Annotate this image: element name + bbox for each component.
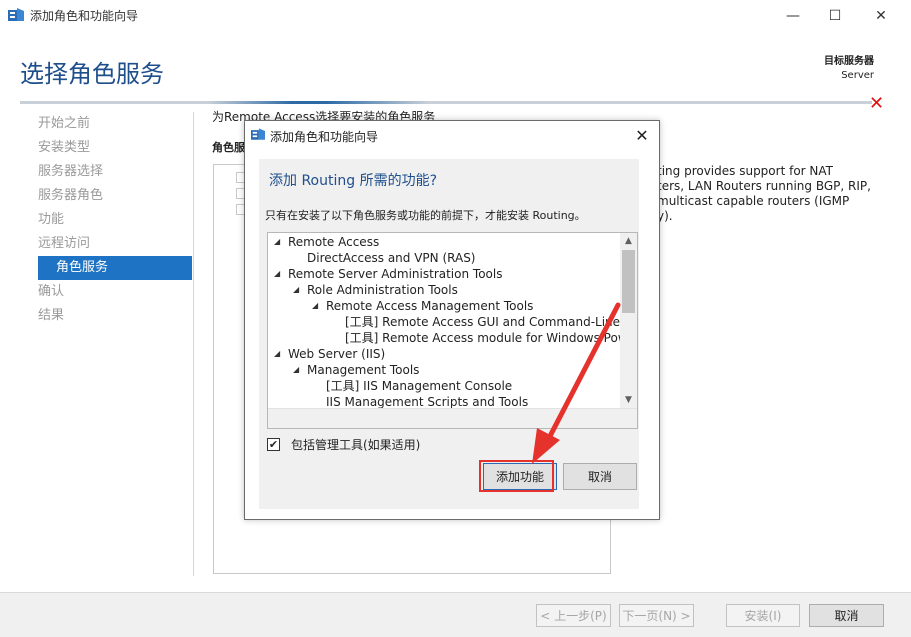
tree-item[interactable]: DirectAccess and VPN (RAS) [293,250,476,266]
scroll-thumb[interactable] [622,250,635,313]
wizard-nav: 开始之前 安装类型 服务器选择 服务器角色 功能 远程访问 角色服务 确认 结果 [20,112,192,328]
add-features-dialog: 添加角色和功能向导 ✕ 添加 Routing 所需的功能? 只有在安装了以下角色… [244,120,660,520]
nav-item-before-you-begin[interactable]: 开始之前 [20,112,192,136]
target-server-info: 目标服务器 Server [824,55,874,83]
description-line: multicast capable routers (IGMP [657,194,850,208]
tree-item[interactable]: ◢ Role Administration Tools [293,282,458,298]
nav-item-server-roles[interactable]: 服务器角色 [20,184,192,208]
tree-horizontal-scrollbar[interactable] [268,408,637,428]
role-service-description: ting provides support for NAT ters, LAN … [657,164,877,224]
dialog-body: 添加 Routing 所需的功能? 只有在安装了以下角色服务或功能的前提下，才能… [259,159,639,509]
previous-button[interactable]: < 上一步(P) [536,604,611,627]
expand-triangle-icon[interactable]: ◢ [274,346,288,362]
expand-triangle-icon[interactable]: ◢ [274,266,288,282]
nav-item-role-services[interactable]: 角色服务 [38,256,192,280]
tree-item[interactable]: ◢ Remote Server Administration Tools [274,266,502,282]
expand-triangle-icon[interactable]: ◢ [312,298,326,314]
header-divider [20,101,872,104]
description-line: y). [657,209,673,223]
dialog-close-button[interactable]: ✕ [631,124,653,146]
nav-divider [193,112,194,576]
cancel-button[interactable]: 取消 [809,604,884,627]
dialog-cancel-button[interactable]: 取消 [563,463,637,490]
install-button[interactable]: 安装(I) [726,604,800,627]
nav-item-confirmation[interactable]: 确认 [20,280,192,304]
description-line: ting provides support for NAT [657,164,833,178]
server-manager-icon [251,128,265,140]
dialog-title-bar: 添加角色和功能向导 ✕ [245,121,659,149]
next-button[interactable]: 下一页(N) > [619,604,694,627]
nav-item-results[interactable]: 结果 [20,304,192,328]
include-tools-checkbox[interactable]: ✔ [267,438,280,451]
nav-item-installation-type[interactable]: 安装类型 [20,136,192,160]
dialog-heading: 添加 Routing 所需的功能? [269,173,438,189]
tree-vertical-scrollbar[interactable]: ▲ ▼ [620,233,637,408]
tree-item[interactable]: [工具] Remote Access module for Windows Po… [331,330,628,346]
nav-item-server-selection[interactable]: 服务器选择 [20,160,192,184]
tree-item[interactable]: ◢ Management Tools [293,362,419,378]
server-manager-icon [8,8,24,21]
target-server-label: 目标服务器 [824,56,874,67]
close-window-button[interactable]: ✕ [858,0,904,31]
maximize-button[interactable]: ☐ [812,0,858,31]
dialog-title: 添加角色和功能向导 [270,130,379,144]
include-tools-label: 包括管理工具(如果适用) [291,438,421,452]
wizard-window: 添加角色和功能向导 — ☐ ✕ 选择角色服务 目标服务器 Server ✕ 开始… [0,0,911,637]
error-x-icon[interactable]: ✕ [869,93,884,114]
annotation-highlight-box [479,460,554,492]
expand-triangle-icon[interactable]: ◢ [293,362,307,378]
window-title: 添加角色和功能向导 [30,9,139,23]
tree-item[interactable]: ◢ Remote Access [274,234,379,250]
tree-item[interactable]: ◢ Remote Access Management Tools [312,298,533,314]
minimize-button[interactable]: — [770,0,816,31]
include-tools-option[interactable]: ✔ 包括管理工具(如果适用) [267,436,420,453]
scroll-up-arrow-icon[interactable]: ▲ [620,233,637,249]
tree-item[interactable]: [工具] IIS Management Console [312,378,512,394]
tree-item[interactable]: ◢ Web Server (IIS) [274,346,385,362]
role-services-label: 角色服 [212,141,245,154]
target-server-value: Server [841,70,874,81]
description-line: ters, LAN Routers running BGP, RIP, [657,179,871,193]
nav-item-features[interactable]: 功能 [20,208,192,232]
tree-item[interactable]: [工具] Remote Access GUI and Command-Line … [331,314,631,330]
expand-triangle-icon[interactable]: ◢ [293,282,307,298]
nav-item-remote-access[interactable]: 远程访问 [20,232,192,256]
scroll-down-arrow-icon[interactable]: ▼ [620,392,637,408]
required-features-tree[interactable]: ◢ Remote Access DirectAccess and VPN (RAS… [267,232,638,429]
dialog-info-text: 只有在安装了以下角色服务或功能的前提下，才能安装 Routing。 [265,209,586,222]
expand-triangle-icon[interactable]: ◢ [274,234,288,250]
page-title: 选择角色服务 [20,60,164,88]
title-bar: 添加角色和功能向导 — ☐ ✕ [0,0,911,31]
